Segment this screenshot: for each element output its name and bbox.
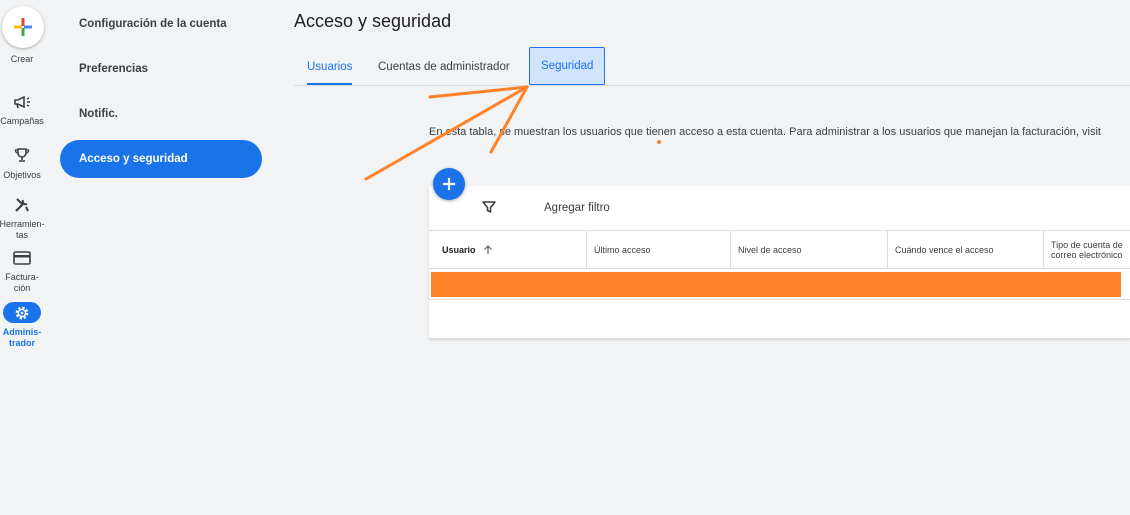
create-label: Crear (10, 54, 34, 64)
tab-security[interactable]: Seguridad (529, 47, 606, 85)
trophy-icon[interactable] (10, 145, 34, 165)
redaction-bar (431, 272, 1121, 297)
plus-colored-icon (14, 18, 32, 36)
rail-item-billing[interactable]: Factura-ción (0, 272, 46, 294)
create-button[interactable] (2, 6, 44, 48)
column-header-access-level[interactable]: Nivel de acceso (730, 231, 887, 269)
subnav-account-settings[interactable]: Configuración de la cuenta (79, 18, 227, 30)
tab-users[interactable]: Usuarios (307, 48, 353, 86)
rail-item-goals[interactable]: Objetivos (0, 170, 46, 181)
page-title: Acceso y seguridad (294, 11, 452, 31)
users-table: Agregar filtro Usuario Último acceso Niv… (429, 186, 1130, 339)
column-header-last-access[interactable]: Último acceso (586, 231, 730, 269)
add-user-button[interactable] (433, 168, 465, 200)
table-description: En esta tabla, se muestran los usuarios … (429, 126, 1101, 138)
column-header-label: Usuario (442, 245, 476, 255)
credit-card-icon[interactable] (10, 248, 34, 268)
annotation-arrow-line (489, 85, 529, 154)
subnav-access-security[interactable]: Acceso y seguridad (60, 140, 262, 178)
add-filter-button[interactable]: Agregar filtro (544, 202, 610, 214)
filter-icon[interactable] (482, 200, 496, 219)
column-header-access-expiry[interactable]: Cuándo vence el acceso (887, 231, 1043, 269)
rail-item-admin[interactable]: Adminis-trador (0, 327, 46, 349)
rail-item-admin-pill[interactable] (3, 302, 41, 323)
tools-icon[interactable] (10, 195, 34, 215)
column-header-email-account-type[interactable]: Tipo de cuenta de correo electrónico (1043, 231, 1130, 269)
left-rail: Crear Campañas Objetivos Herramien-tas F… (0, 0, 48, 515)
subnav-preferences[interactable]: Preferencias (79, 63, 148, 75)
tab-manager-accounts[interactable]: Cuentas de administrador (378, 48, 510, 86)
subnav-notifications[interactable]: Notific. (79, 108, 118, 120)
arrow-up-icon (483, 245, 492, 254)
rail-item-campaigns[interactable]: Campañas (0, 116, 46, 127)
column-header-user[interactable]: Usuario (429, 231, 586, 269)
tab-bar: Usuarios Cuentas de administrador Seguri… (294, 47, 1130, 86)
annotation-dot (657, 140, 661, 144)
gear-icon (15, 306, 29, 319)
annotation-arrow-line (428, 85, 529, 99)
filter-bar: Agregar filtro (429, 186, 1130, 231)
rail-item-tools[interactable]: Herramien-tas (0, 219, 46, 241)
table-row[interactable] (429, 269, 1130, 300)
table-header-row: Usuario Último acceso Nivel de acceso Cu… (429, 231, 1130, 269)
megaphone-icon[interactable] (10, 92, 34, 112)
plus-icon (443, 178, 455, 190)
